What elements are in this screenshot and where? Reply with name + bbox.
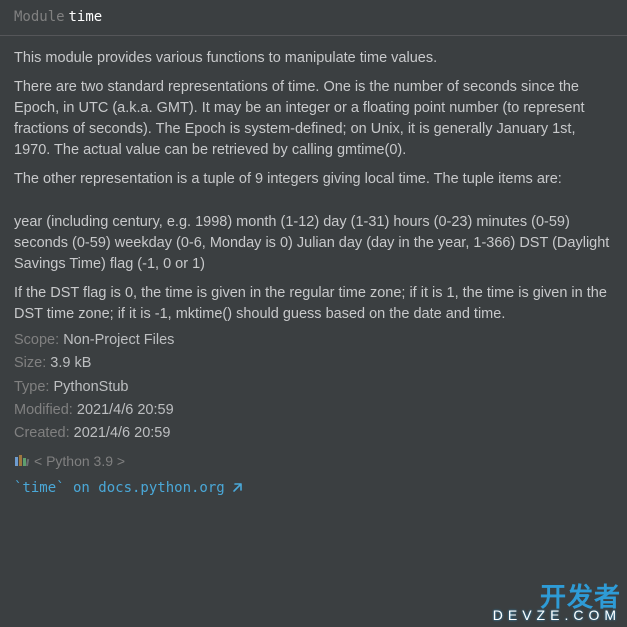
- watermark-subtext: DEVZE.COM: [493, 607, 621, 623]
- header-keyword: Module: [14, 9, 65, 25]
- documentation-panel: Module time This module provides various…: [0, 0, 627, 627]
- doc-paragraph: If the DST flag is 0, the time is given …: [14, 283, 615, 325]
- doc-metadata: Scope: Non-Project Files Size: 3.9 kB Ty…: [0, 329, 627, 445]
- meta-modified: Modified: 2021/4/6 20:59: [14, 399, 615, 422]
- watermark: 开发者 DEVZE.COM: [493, 586, 621, 623]
- library-icon: [14, 453, 30, 469]
- sdk-name: < Python 3.9 >: [34, 453, 125, 469]
- watermark-text: 开发者: [493, 586, 621, 609]
- meta-value: PythonStub: [54, 379, 129, 395]
- external-docs-link[interactable]: `time` on docs.python.org: [14, 480, 243, 496]
- meta-size: Size: 3.9 kB: [14, 352, 615, 375]
- doc-body: This module provides various functions t…: [0, 36, 627, 325]
- meta-label: Size:: [14, 355, 46, 371]
- meta-label: Scope:: [14, 332, 59, 348]
- external-link-icon: [231, 482, 243, 494]
- doc-header: Module time: [0, 0, 627, 36]
- doc-paragraph: This module provides various functions t…: [14, 48, 615, 69]
- meta-type: Type: PythonStub: [14, 376, 615, 399]
- meta-label: Modified:: [14, 402, 73, 418]
- doc-paragraph: The other representation is a tuple of 9…: [14, 169, 615, 190]
- doc-paragraph: year (including century, e.g. 1998) mont…: [14, 212, 615, 275]
- link-text: `time` on docs.python.org: [14, 480, 225, 496]
- meta-value: Non-Project Files: [63, 332, 174, 348]
- sdk-location-row: < Python 3.9 >: [0, 447, 627, 469]
- meta-value: 2021/4/6 20:59: [77, 402, 174, 418]
- meta-value: 3.9 kB: [50, 355, 91, 371]
- meta-scope: Scope: Non-Project Files: [14, 329, 615, 352]
- external-link-row: `time` on docs.python.org: [0, 469, 627, 497]
- meta-label: Created:: [14, 425, 70, 441]
- doc-paragraph: There are two standard representations o…: [14, 77, 615, 161]
- meta-label: Type:: [14, 379, 49, 395]
- header-module-name: time: [68, 9, 102, 25]
- meta-created: Created: 2021/4/6 20:59: [14, 422, 615, 445]
- meta-value: 2021/4/6 20:59: [74, 425, 171, 441]
